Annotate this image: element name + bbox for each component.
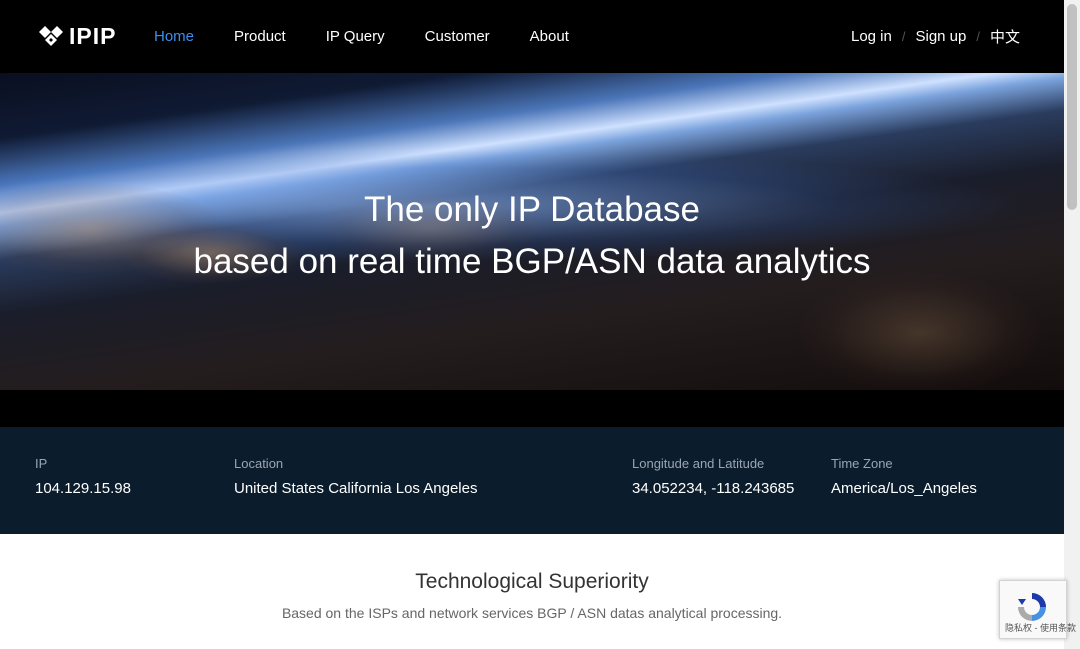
ip-info-strip: IP 104.129.15.98 Location United States … [0, 427, 1064, 534]
nav-item-customer[interactable]: Customer [425, 0, 490, 73]
hero-bottom-band [0, 390, 1064, 427]
hero-headline-line1: The only IP Database [364, 190, 700, 229]
ip-label: IP [35, 456, 48, 471]
top-navbar: IPIP Home Product IP Query Customer Abou… [0, 0, 1064, 73]
nav-item-product[interactable]: Product [234, 0, 286, 73]
nav-separator: / [976, 29, 980, 44]
nav-separator: / [901, 29, 906, 44]
ipip-logo-icon [39, 26, 63, 46]
login-link[interactable]: Log in [851, 28, 892, 45]
signup-link[interactable]: Sign up [915, 28, 966, 45]
ip-value: 104.129.15.98 [35, 480, 131, 497]
ip-info-ip: IP 104.129.15.98 [35, 456, 131, 498]
language-switch-link[interactable]: 中文 [990, 26, 1020, 47]
coordinates-value: 34.052234, -118.243685 [632, 480, 795, 497]
page: IPIP Home Product IP Query Customer Abou… [0, 0, 1064, 649]
coordinates-label: Longitude and Latitude [632, 456, 765, 471]
recaptcha-terms[interactable]: 隐私权 - 使用条款 [1005, 621, 1076, 634]
section-subtitle: Based on the ISPs and network services B… [281, 605, 783, 621]
hero-cloud-glow [800, 273, 1040, 390]
ip-info-location: Location United States California Los An… [234, 456, 477, 498]
nav-item-about[interactable]: About [530, 0, 569, 73]
location-value: United States California Los Angeles [234, 480, 478, 497]
hero-banner: The only IP Database based on real time … [0, 73, 1064, 390]
recaptcha-icon [1018, 593, 1046, 621]
account-nav: Log in / Sign up / 中文 [851, 0, 1020, 73]
ip-info-coordinates: Longitude and Latitude 34.052234, -118.2… [632, 456, 794, 498]
logo[interactable]: IPIP [35, 20, 116, 52]
timezone-label: Time Zone [831, 456, 893, 471]
scrollbar-thumb[interactable] [1067, 4, 1077, 210]
nav-item-home[interactable]: Home [154, 0, 194, 73]
main-nav: Home Product IP Query Customer About [154, 0, 609, 73]
timezone-value: America/Los_Angeles [831, 480, 977, 497]
hero-headline-line2: based on real time BGP/ASN data analytic… [193, 242, 871, 281]
location-label: Location [234, 456, 284, 471]
ip-info-timezone: Time Zone America/Los_Angeles [831, 456, 977, 498]
page-scrollbar[interactable] [1064, 0, 1080, 649]
logo-text: IPIP [69, 22, 117, 49]
nav-item-ip-query[interactable]: IP Query [326, 0, 385, 73]
recaptcha-badge[interactable]: 隐私权 - 使用条款 [999, 580, 1076, 639]
section-title: Technological Superiority [415, 570, 649, 593]
